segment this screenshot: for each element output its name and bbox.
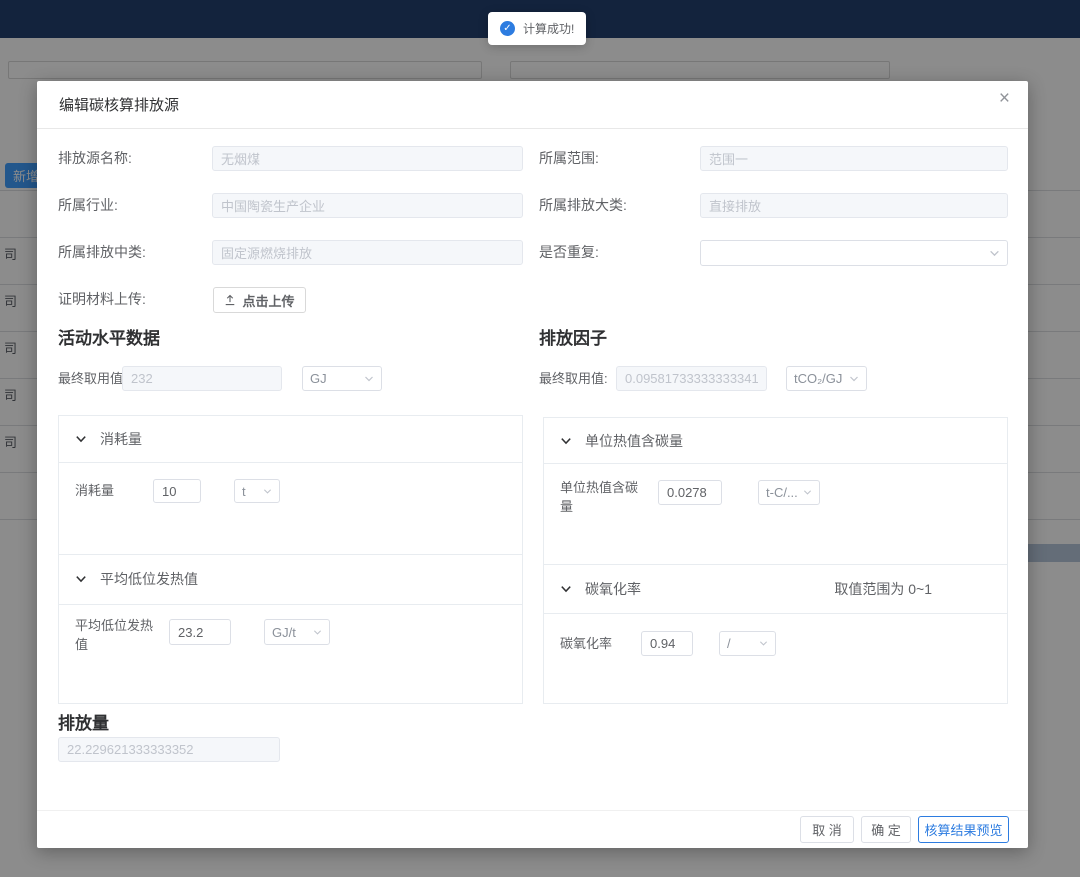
emission-heading: 排放量	[58, 709, 109, 734]
factor-final-label: 最终取用值:	[539, 366, 608, 391]
chevron-down-icon	[989, 248, 1000, 259]
upload-button-label: 点击上传	[242, 291, 294, 310]
heating-value-unit: GJ/t	[272, 625, 296, 640]
cancel-button[interactable]: 取 消	[800, 816, 854, 843]
emission-major-input	[700, 193, 1008, 218]
oxidation-rate-section-title: 碳氧化率	[585, 579, 641, 599]
factor-panel: 单位热值含碳量 单位热值含碳量 t-C/... 碳氧化率 取值范围为 0~1 碳…	[543, 417, 1008, 704]
heating-value-section-header[interactable]: 平均低位发热值	[59, 554, 522, 604]
oxidation-rate-section-header[interactable]: 碳氧化率	[544, 564, 1007, 613]
factor-final-unit-select[interactable]: tCO₂/GJ	[786, 366, 867, 391]
upload-label: 证明材料上传:	[58, 287, 146, 312]
factor-final-input	[616, 366, 767, 391]
source-name-input	[212, 146, 523, 171]
panel-divider	[544, 613, 1007, 614]
collapse-chevron-icon	[560, 583, 572, 595]
chevron-down-icon	[759, 639, 768, 648]
oxidation-rate-input[interactable]	[641, 631, 693, 656]
dialog-header-divider	[37, 128, 1028, 129]
consumption-field-label: 消耗量	[75, 479, 114, 503]
chevron-down-icon	[364, 374, 374, 384]
carbon-content-unit-select[interactable]: t-C/...	[758, 480, 820, 505]
close-icon[interactable]: ×	[999, 89, 1010, 108]
source-name-label: 排放源名称:	[58, 146, 132, 171]
scope-input	[700, 146, 1008, 171]
collapse-chevron-icon	[75, 433, 87, 445]
activity-final-input	[122, 366, 282, 391]
result-preview-button[interactable]: 核算结果预览	[918, 816, 1009, 843]
check-circle-icon: ✓	[500, 21, 515, 36]
chevron-down-icon	[849, 374, 859, 384]
industry-input	[212, 193, 523, 218]
duplicate-label: 是否重复:	[539, 240, 599, 265]
carbon-content-field-label: 单位热值含碳量	[560, 478, 640, 516]
upload-button[interactable]: 点击上传	[213, 287, 306, 313]
emission-result-input	[58, 737, 280, 762]
industry-label: 所属行业:	[58, 193, 118, 218]
carbon-content-section-header[interactable]: 单位热值含碳量	[544, 418, 1007, 463]
confirm-button[interactable]: 确 定	[861, 816, 911, 843]
heating-value-unit-select[interactable]: GJ/t	[264, 619, 330, 645]
consumption-unit-select[interactable]: t	[234, 479, 280, 503]
chevron-down-icon	[263, 487, 272, 496]
app-page: 新增 司 司 司 司 司 ✓ 计算成功! 编辑碳核算排放源 × 排放源名称: 所…	[0, 0, 1080, 877]
heating-value-field-label: 平均低位发热值	[75, 616, 155, 654]
carbon-content-unit: t-C/...	[766, 485, 798, 500]
emission-mid-input	[212, 240, 523, 265]
consumption-section-header[interactable]: 消耗量	[59, 416, 522, 462]
emission-mid-label: 所属排放中类:	[58, 240, 146, 265]
emission-major-label: 所属排放大类:	[539, 193, 627, 218]
heating-value-input[interactable]	[169, 619, 231, 645]
panel-divider	[59, 604, 522, 605]
dialog-footer-divider	[37, 810, 1028, 811]
factor-final-unit: tCO₂/GJ	[794, 371, 842, 386]
activity-final-unit: GJ	[310, 371, 327, 386]
carbon-content-input[interactable]	[658, 480, 722, 505]
carbon-content-section-title: 单位热值含碳量	[585, 431, 683, 451]
edit-emission-source-dialog: 编辑碳核算排放源 × 排放源名称: 所属范围: 所属行业: 所属排放大类: 所属…	[37, 81, 1028, 848]
collapse-chevron-icon	[560, 435, 572, 447]
oxidation-rate-unit-select[interactable]: /	[719, 631, 776, 656]
activity-final-label: 最终取用值:	[58, 366, 127, 391]
activity-final-unit-select[interactable]: GJ	[302, 366, 382, 391]
oxidation-rate-range-note: 取值范围为 0~1	[834, 579, 932, 599]
activity-section-heading: 活动水平数据	[58, 324, 160, 349]
chevron-down-icon	[803, 488, 812, 497]
oxidation-rate-field-label: 碳氧化率	[560, 631, 612, 656]
factor-section-heading: 排放因子	[539, 324, 607, 349]
upload-icon	[224, 294, 236, 306]
panel-divider	[544, 463, 1007, 464]
toast-message: 计算成功!	[523, 20, 574, 37]
dialog-title: 编辑碳核算排放源	[59, 94, 179, 115]
consumption-unit: t	[242, 484, 246, 499]
heating-value-section-title: 平均低位发热值	[100, 569, 198, 589]
activity-panel: 消耗量 消耗量 t 平均低位发热值 平均低位发热值 GJ/	[58, 415, 523, 704]
chevron-down-icon	[313, 628, 322, 637]
consumption-input[interactable]	[153, 479, 201, 503]
panel-divider	[59, 462, 522, 463]
collapse-chevron-icon	[75, 573, 87, 585]
consumption-section-title: 消耗量	[100, 429, 142, 449]
scope-label: 所属范围:	[539, 146, 599, 171]
duplicate-select[interactable]	[700, 240, 1008, 266]
oxidation-rate-unit: /	[727, 636, 731, 651]
success-toast: ✓ 计算成功!	[488, 12, 586, 45]
